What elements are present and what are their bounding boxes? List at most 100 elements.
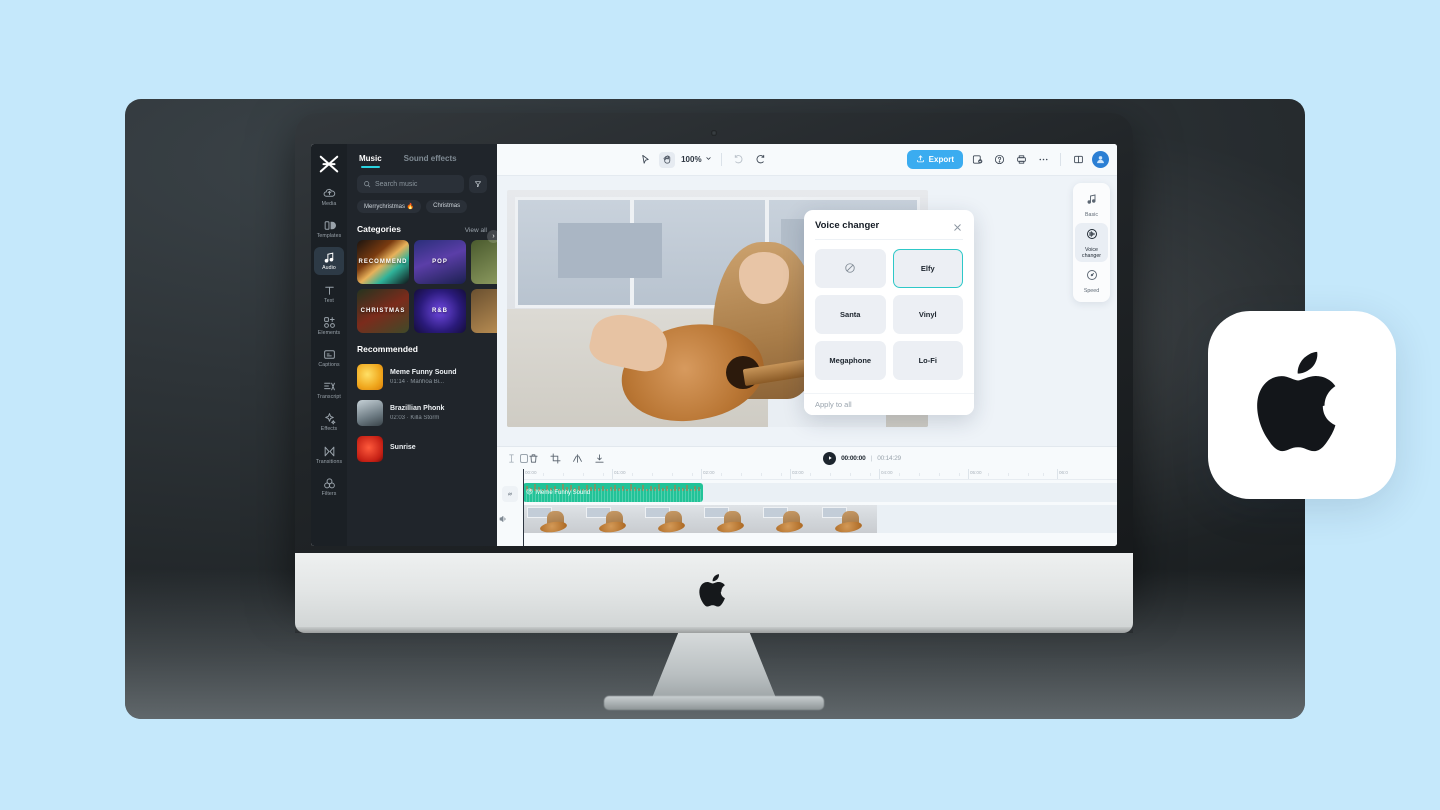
dock-item-basic[interactable]: Basic <box>1075 188 1108 221</box>
voice-option-elfy[interactable]: Elfy <box>892 249 963 288</box>
help-circle-icon[interactable] <box>991 152 1007 168</box>
category-card[interactable] <box>471 289 497 333</box>
sidebar-item-captions[interactable]: Captions <box>314 344 344 371</box>
audio-clip-label: Meme Funny Sound <box>526 488 590 500</box>
filter-funnel-icon[interactable] <box>469 175 487 193</box>
tag-merrychristmas[interactable]: Merrychristmas 🔥 <box>357 200 422 213</box>
timeline-tracks[interactable]: Meme Funny Sound <box>519 454 1117 546</box>
split-layout-icon[interactable] <box>1070 152 1086 168</box>
sidebar-item-label: Filters <box>321 490 337 497</box>
apple-logo-card <box>1208 311 1396 499</box>
category-card[interactable]: CHRISTMAS <box>357 289 409 333</box>
toolbar-divider <box>720 153 722 166</box>
list-item[interactable]: Sunrise <box>357 431 487 467</box>
imac-bezel: Media Templates Audio Text Elements Capt… <box>295 113 1133 585</box>
track-list: Meme Funny Sound 01:14 · Manhoa Bi... Br… <box>357 359 487 467</box>
play-icon[interactable] <box>823 451 837 465</box>
imac-screen: Media Templates Audio Text Elements Capt… <box>311 144 1117 546</box>
dock-item-voice-changer[interactable]: Voice changer <box>1075 223 1108 263</box>
sidebar-item-label: Captions <box>318 362 340 369</box>
more-dots-icon[interactable] <box>1035 152 1051 168</box>
desk-scene-photo: Media Templates Audio Text Elements Capt… <box>125 99 1305 719</box>
zoom-level-selector[interactable]: 100% <box>681 155 711 164</box>
track-title: Meme Funny Sound <box>390 368 457 376</box>
timeline-gutter <box>497 480 523 546</box>
category-card[interactable]: POP <box>414 240 466 284</box>
text-t-icon <box>323 284 336 297</box>
audio-clip[interactable]: Meme Funny Sound <box>523 483 703 502</box>
capcut-logo[interactable] <box>318 154 340 174</box>
sidebar-item-transcript[interactable]: Transcript <box>314 376 344 403</box>
video-clip[interactable] <box>523 505 880 533</box>
cursor-arrow-icon[interactable] <box>637 152 653 168</box>
user-avatar-icon[interactable] <box>1092 151 1109 168</box>
search-row: Search music <box>357 175 487 193</box>
chevron-right-icon[interactable]: › <box>487 230 497 243</box>
mirror-icon[interactable] <box>572 452 584 464</box>
sidebar-item-label: Transcript <box>317 394 341 401</box>
sidebar-item-transitions[interactable]: Transitions <box>314 441 344 468</box>
print-icon[interactable] <box>1013 152 1029 168</box>
sidebar-item-text[interactable]: Text <box>314 280 344 307</box>
playhead-handle[interactable] <box>519 454 528 463</box>
sidebar-item-media[interactable]: Media <box>314 183 344 210</box>
sidebar-item-audio[interactable]: Audio <box>314 247 344 275</box>
category-card[interactable]: RECOMMEND <box>357 240 409 284</box>
video-track-row[interactable] <box>523 505 1117 533</box>
current-time: 00:00:00 <box>841 454 866 462</box>
list-item[interactable]: Brazillian Phonk 02:03 · Killa Storm <box>357 395 487 431</box>
export-upload-icon <box>916 154 925 165</box>
download-tool[interactable] <box>594 452 606 464</box>
dock-item-label: Voice changer <box>1081 247 1102 260</box>
sidebar-item-filters[interactable]: Filters <box>314 473 344 500</box>
tag-christmas[interactable]: Christmas <box>426 200 468 213</box>
preview-area: Basic Voice changer Speed Voice changer … <box>497 176 1117 446</box>
ruler-tick-label: 04:00 <box>881 470 893 475</box>
category-card[interactable] <box>471 240 497 284</box>
track-title: Brazillian Phonk <box>390 404 445 412</box>
sidebar-item-effects[interactable]: Effects <box>314 408 344 435</box>
list-item[interactable]: Meme Funny Sound 01:14 · Manhoa Bi... <box>357 359 487 395</box>
redo-icon[interactable] <box>753 152 769 168</box>
sidebar-item-elements[interactable]: Elements <box>314 312 344 339</box>
close-x-icon[interactable] <box>952 220 963 231</box>
toolbar-divider-2 <box>1060 153 1061 166</box>
apply-to-all-button[interactable]: Apply to all <box>804 393 974 415</box>
view-all-link[interactable]: View all <box>465 227 487 234</box>
undo-icon[interactable] <box>731 152 747 168</box>
tab-sound-effects[interactable]: Sound effects <box>404 154 457 168</box>
top-toolbar: 100% Export <box>497 144 1117 176</box>
voice-option-vinyl[interactable]: Vinyl <box>892 295 963 334</box>
dock-item-speed[interactable]: Speed <box>1075 264 1108 297</box>
cloud-backup-icon[interactable] <box>969 152 985 168</box>
volume-icon[interactable] <box>498 511 508 522</box>
zoom-value: 100% <box>681 155 702 164</box>
voice-option-megaphone[interactable]: Megaphone <box>815 341 886 380</box>
category-grid: RECOMMEND POP CHRISTMAS R&B <box>357 240 497 333</box>
category-card[interactable]: R&B <box>414 289 466 333</box>
playhead[interactable] <box>519 454 528 546</box>
track-meta: Meme Funny Sound 01:14 · Manhoa Bi... <box>390 369 457 386</box>
link-audio-icon[interactable] <box>502 486 518 502</box>
sidebar-item-templates[interactable]: Templates <box>314 215 344 242</box>
category-label: R&B <box>432 308 448 314</box>
music-note-icon <box>323 251 336 264</box>
export-button[interactable]: Export <box>906 150 963 169</box>
crop-icon[interactable] <box>550 452 562 464</box>
split-tool[interactable] <box>506 452 518 464</box>
music-note-small-icon <box>526 488 533 497</box>
imac-base <box>604 696 824 710</box>
left-icon-rail: Media Templates Audio Text Elements Capt… <box>311 144 347 546</box>
sidebar-item-label: Effects <box>320 426 338 433</box>
tab-music[interactable]: Music <box>359 154 382 168</box>
hand-grab-icon[interactable] <box>659 151 676 168</box>
delete-trash-icon[interactable] <box>528 452 540 464</box>
search-input[interactable]: Search music <box>357 175 464 193</box>
track-meta: Sunrise <box>390 444 416 455</box>
voice-option-santa[interactable]: Santa <box>815 295 886 334</box>
voice-option-lofi[interactable]: Lo-Fi <box>892 341 963 380</box>
timeline-ruler[interactable]: 00:00 01:00 02:00 03:00 04:00 05:00 06:0 <box>523 469 1117 480</box>
imac-camera <box>711 130 717 136</box>
audio-track-row[interactable]: Meme Funny Sound <box>523 483 1117 502</box>
voice-option-none[interactable] <box>815 249 886 288</box>
